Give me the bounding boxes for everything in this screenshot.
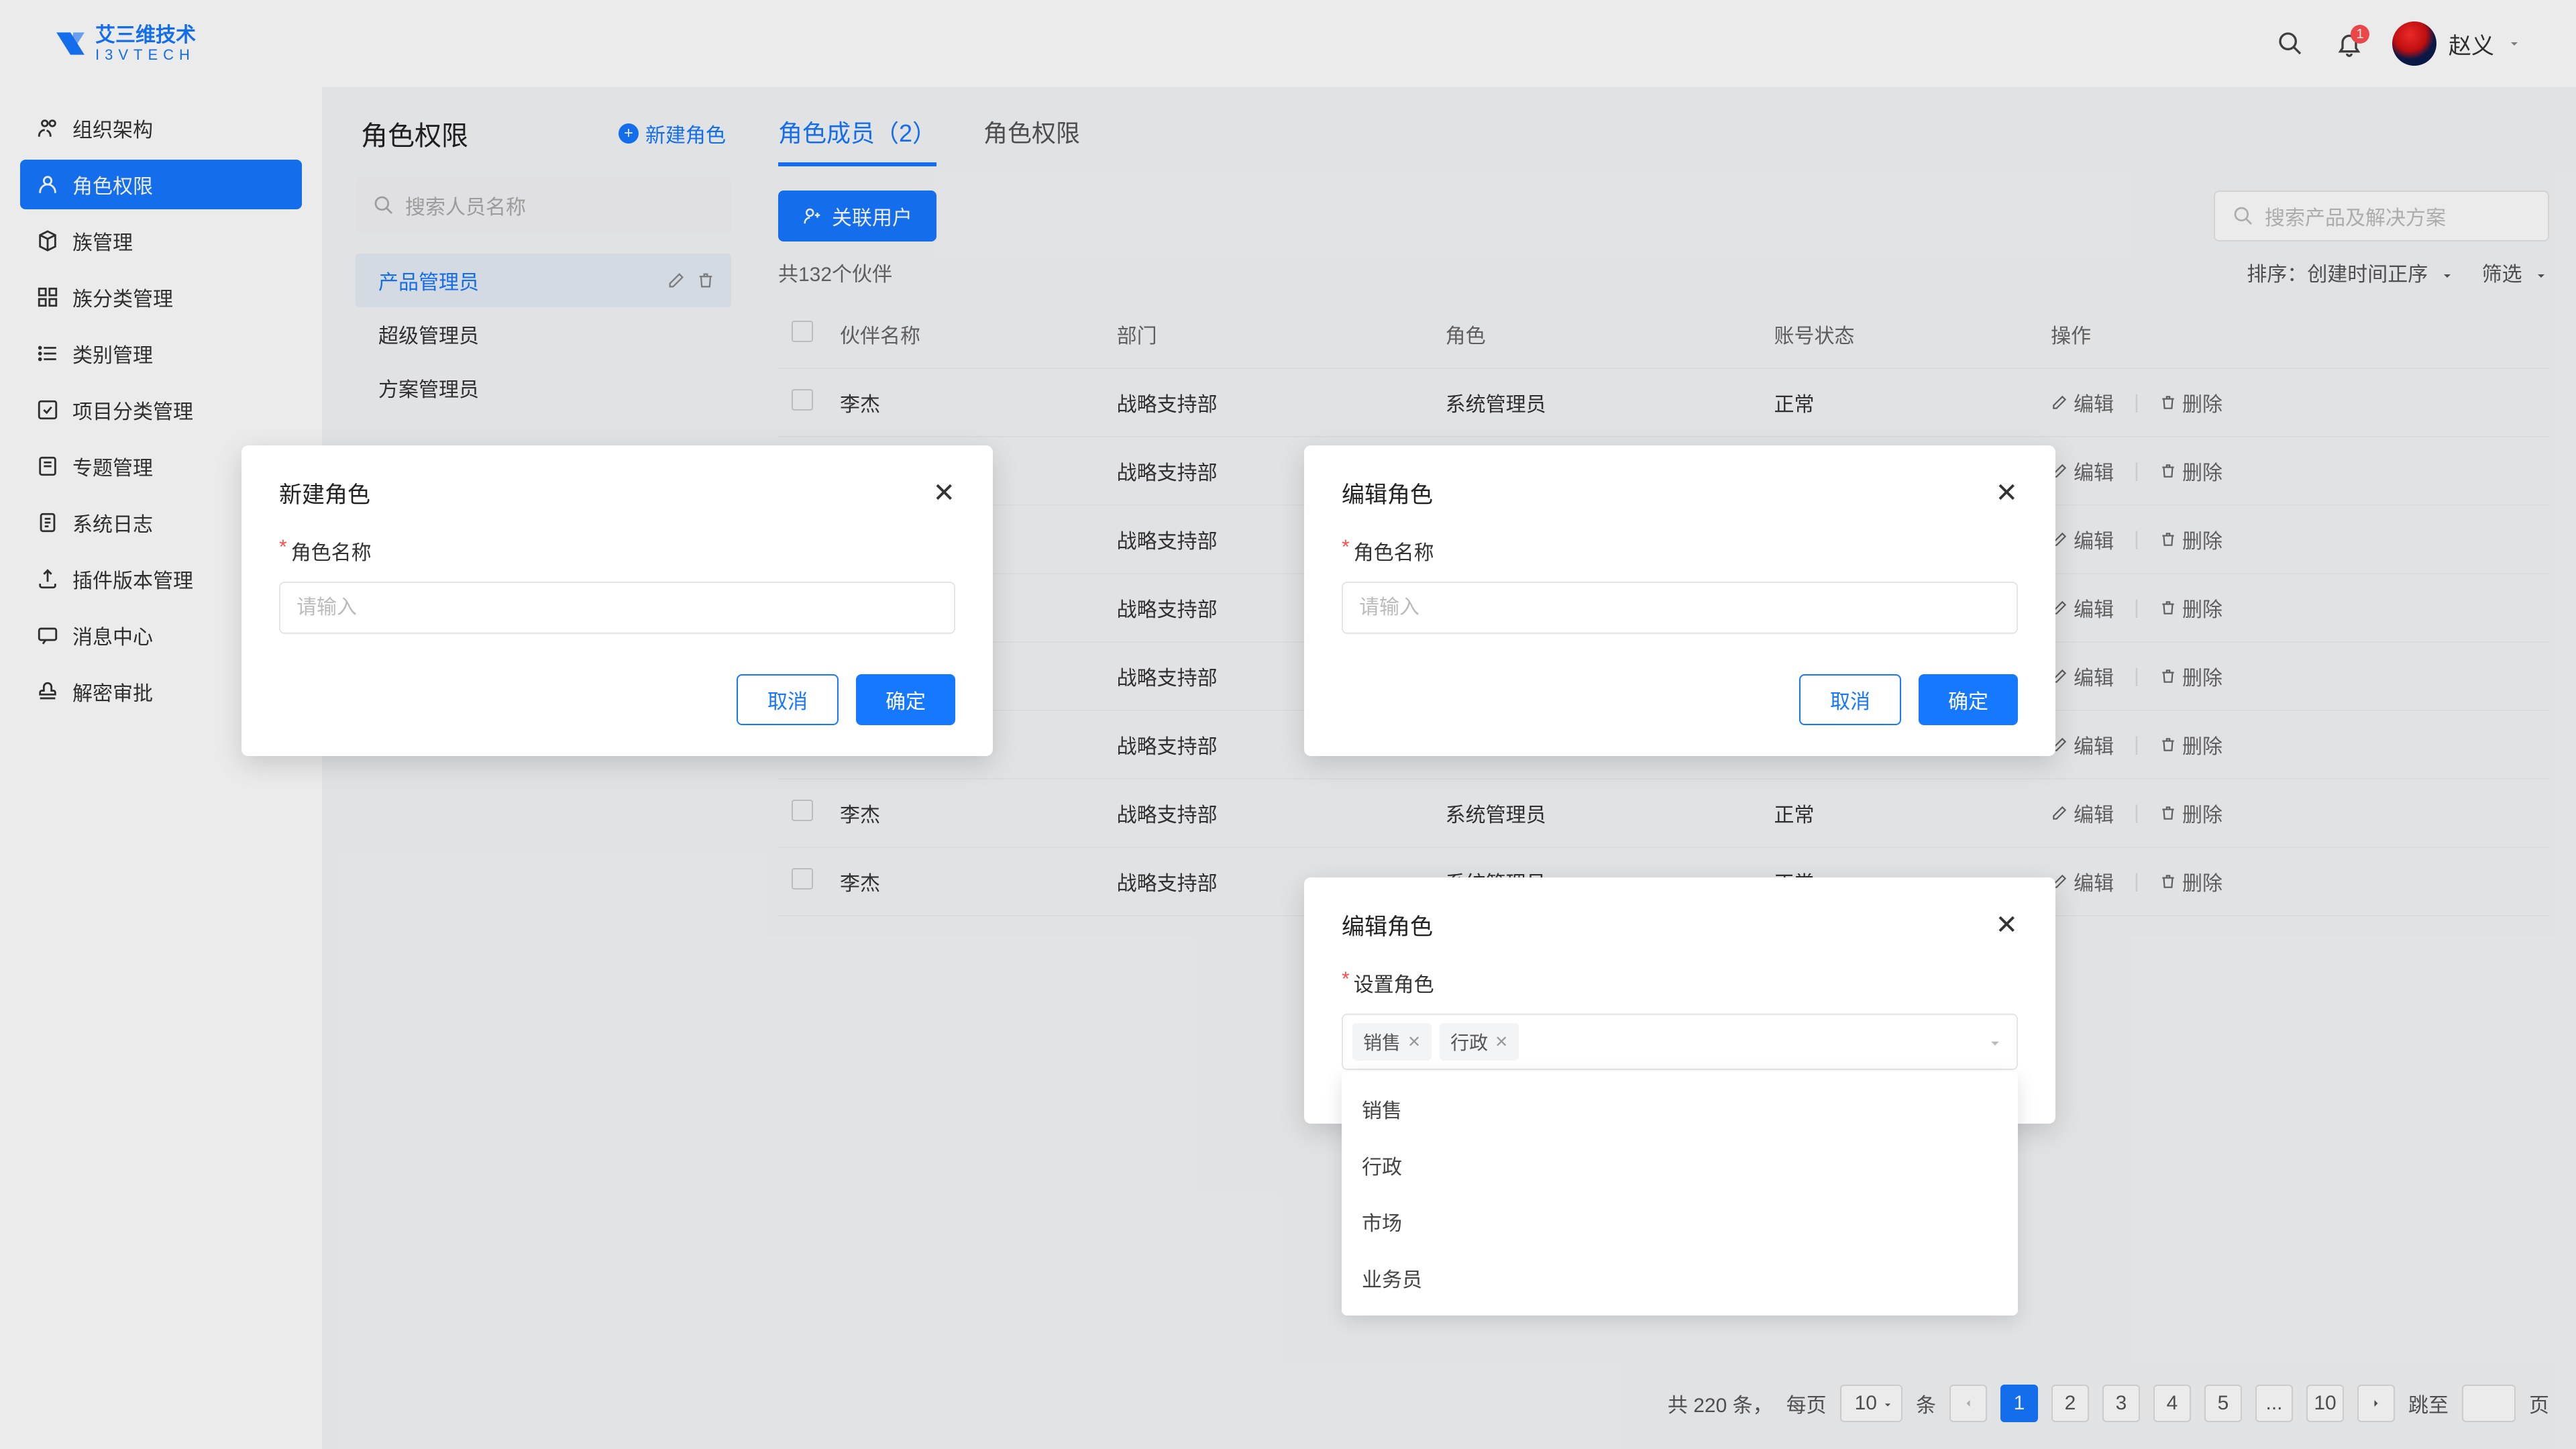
modal-new-role: 新建角色 ✕ *角色名称 取消 确定 <box>241 445 993 756</box>
cancel-button[interactable]: 取消 <box>1799 674 1901 725</box>
modal-title: 编辑角色 <box>1342 476 1433 509</box>
modal-set-role: 编辑角色 ✕ *设置角色 销售✕行政✕ 销售行政市场业务员 <box>1304 877 2055 1124</box>
modal-edit-role: 编辑角色 ✕ *角色名称 取消 确定 <box>1304 445 2055 756</box>
close-icon[interactable]: ✕ <box>1995 478 2018 508</box>
cancel-button[interactable]: 取消 <box>737 674 839 725</box>
remove-tag-icon[interactable]: ✕ <box>1495 1032 1508 1052</box>
dropdown-option[interactable]: 销售 <box>1342 1081 2018 1137</box>
role-multi-select[interactable]: 销售✕行政✕ 销售行政市场业务员 <box>1342 1014 2018 1070</box>
close-icon[interactable]: ✕ <box>1995 910 2018 941</box>
dropdown-list: 销售行政市场业务员 <box>1342 1071 2018 1316</box>
role-name-input[interactable] <box>1342 582 2018 634</box>
selected-tag: 行政✕ <box>1440 1023 1519 1061</box>
remove-tag-icon[interactable]: ✕ <box>1407 1032 1421 1052</box>
chevron-down-icon <box>1986 1034 2004 1053</box>
field-label: *角色名称 <box>1342 536 2018 566</box>
modal-title: 新建角色 <box>279 476 370 509</box>
selected-tag: 销售✕ <box>1352 1023 1432 1061</box>
ok-button[interactable]: 确定 <box>856 674 955 725</box>
dropdown-option[interactable]: 市场 <box>1342 1193 2018 1250</box>
role-name-input[interactable] <box>279 582 955 634</box>
dropdown-option[interactable]: 业务员 <box>1342 1250 2018 1306</box>
ok-button[interactable]: 确定 <box>1919 674 2018 725</box>
dropdown-option[interactable]: 行政 <box>1342 1137 2018 1193</box>
close-icon[interactable]: ✕ <box>932 478 955 508</box>
field-label: *角色名称 <box>279 536 955 566</box>
field-label: *设置角色 <box>1342 968 2018 998</box>
modal-title: 编辑角色 <box>1342 908 1433 941</box>
